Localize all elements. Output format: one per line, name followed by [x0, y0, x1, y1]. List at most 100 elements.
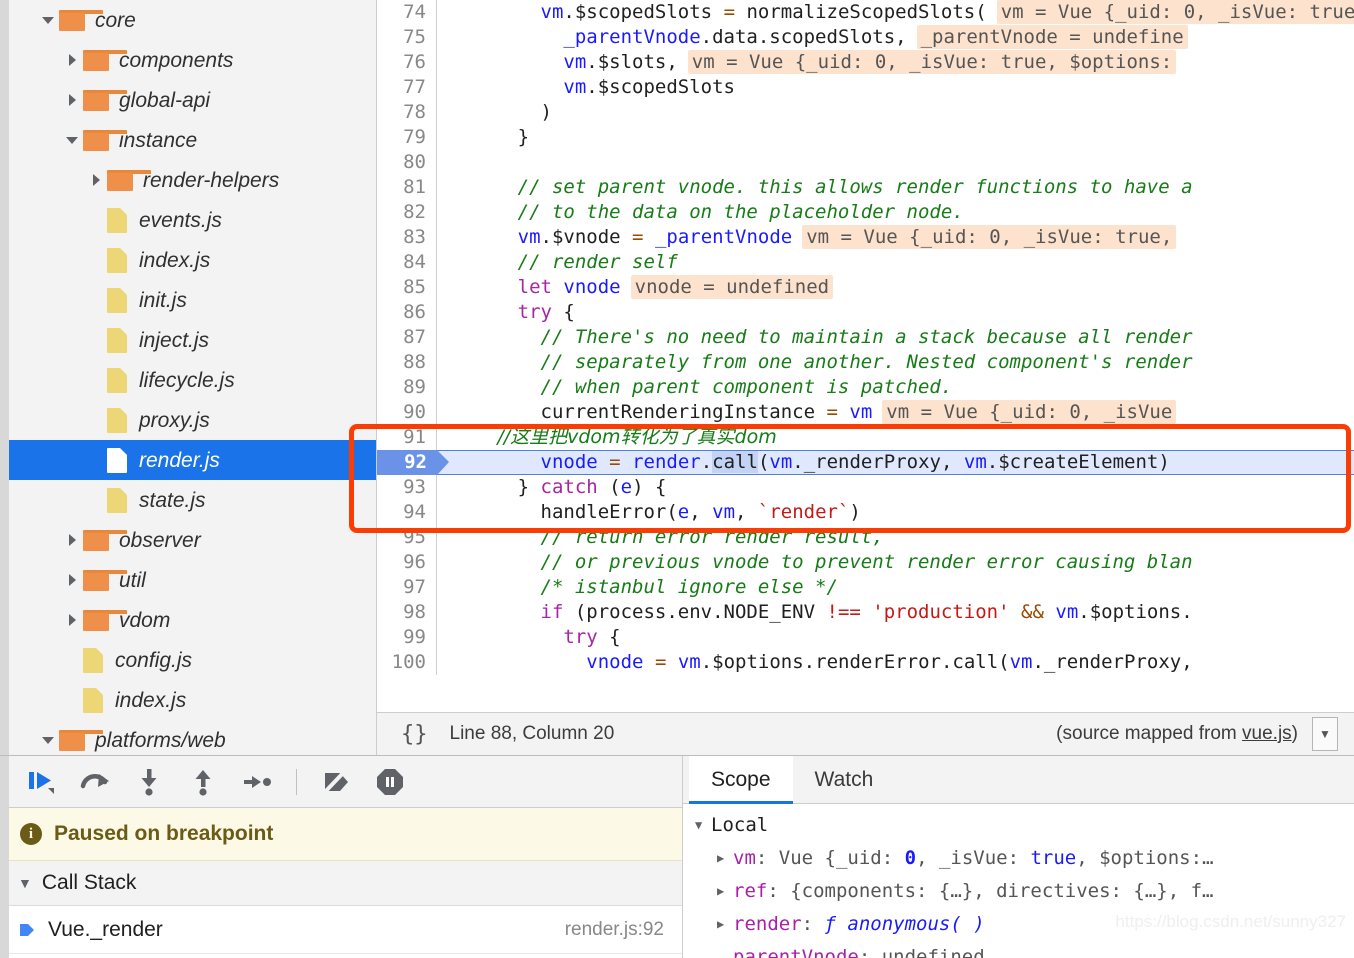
call-stack-frame[interactable]: Vue._render render.js:92 — [0, 906, 682, 954]
line-number[interactable]: 97 — [377, 575, 437, 600]
line-number[interactable]: 90 — [377, 400, 437, 425]
code-line[interactable]: 90 currentRenderingInstance = vm vm = Vue… — [377, 400, 1354, 425]
line-number[interactable]: 75 — [377, 25, 437, 50]
step-out-of-current-function-icon[interactable] — [180, 762, 226, 802]
line-number[interactable]: 84 — [377, 250, 437, 275]
line-number[interactable]: 85 — [377, 275, 437, 300]
chevron-down-icon[interactable]: ▼ — [1312, 717, 1338, 751]
line-number[interactable]: 81 — [377, 175, 437, 200]
code-line[interactable]: 80 — [377, 150, 1354, 175]
code-line[interactable]: 95 // return error render result, — [377, 525, 1354, 550]
line-number[interactable]: 89 — [377, 375, 437, 400]
chevron-down-icon[interactable] — [37, 733, 59, 747]
pause-on-exceptions-icon[interactable] — [367, 762, 413, 802]
line-number[interactable]: 91 — [377, 425, 437, 450]
code-line[interactable]: 97 /* istanbul ignore else */ — [377, 575, 1354, 600]
line-number[interactable]: 95 — [377, 525, 437, 550]
line-number[interactable]: 80 — [377, 150, 437, 175]
chevron-down-icon[interactable]: ▼ — [695, 818, 711, 832]
tree-item-config-js[interactable]: config.js — [9, 640, 376, 680]
code-line[interactable]: 79 } — [377, 125, 1354, 150]
code-line[interactable]: 87 // There's no need to maintain a stac… — [377, 325, 1354, 350]
tree-item-global-api[interactable]: global-api — [9, 80, 376, 120]
chevron-right-icon[interactable] — [61, 573, 83, 587]
code-viewport[interactable]: 74 vm.$scopedSlots = normalizeScopedSlot… — [377, 0, 1354, 712]
code-line[interactable]: 82 // to the data on the placeholder nod… — [377, 200, 1354, 225]
tree-item-instance[interactable]: instance — [9, 120, 376, 160]
scope-entry-render[interactable]: ▶ render: ƒ anonymous( ) — [683, 907, 1354, 940]
code-line[interactable]: 75 _parentVnode.data.scopedSlots, _parent… — [377, 25, 1354, 50]
tree-item-lifecycle-js[interactable]: lifecycle.js — [9, 360, 376, 400]
chevron-right-icon[interactable] — [61, 53, 83, 67]
chevron-right-icon[interactable]: ▶ — [717, 851, 733, 865]
chevron-right-icon[interactable] — [61, 93, 83, 107]
line-number[interactable]: 100 — [377, 650, 437, 675]
call-stack-frame-location[interactable]: render.js:92 — [565, 919, 664, 941]
line-number[interactable]: 93 — [377, 475, 437, 500]
tab-watch[interactable]: Watch — [793, 756, 896, 803]
resume-script-execution-icon[interactable] — [18, 762, 64, 802]
line-number[interactable]: 77 — [377, 75, 437, 100]
tree-item-events-js[interactable]: events.js — [9, 200, 376, 240]
line-number[interactable]: 82 — [377, 200, 437, 225]
step-icon[interactable] — [234, 762, 280, 802]
call-stack-header[interactable]: ▼ Call Stack — [0, 861, 682, 906]
file-navigator[interactable]: core components global-api instance render-h… — [0, 0, 377, 755]
scope-entry-vm[interactable]: ▶ vm: Vue {_uid: 0, _isVue: true, $option… — [683, 841, 1354, 874]
tree-item-index-js[interactable]: index.js — [9, 680, 376, 720]
tree-item-state-js[interactable]: state.js — [9, 480, 376, 520]
chevron-right-icon[interactable] — [61, 613, 83, 627]
deactivate-breakpoints-icon[interactable] — [313, 762, 359, 802]
code-line[interactable]: 94 handleError(e, vm, `render`) — [377, 500, 1354, 525]
tab-scope[interactable]: Scope — [689, 756, 793, 804]
scope-group-local[interactable]: ▼ Local — [683, 808, 1354, 841]
tree-item-proxy-js[interactable]: proxy.js — [9, 400, 376, 440]
code-line[interactable]: 100 vnode = vm.$options.renderError.call… — [377, 650, 1354, 675]
tree-item-render-js[interactable]: render.js — [9, 440, 376, 480]
code-line[interactable]: 93 } catch (e) { — [377, 475, 1354, 500]
chevron-down-icon[interactable]: ▼ — [18, 875, 32, 891]
tree-item-inject-js[interactable]: inject.js — [9, 320, 376, 360]
line-number[interactable]: 94 — [377, 500, 437, 525]
code-line[interactable]: 84 // render self — [377, 250, 1354, 275]
code-line[interactable]: 99 try { — [377, 625, 1354, 650]
code-line[interactable]: 76 vm.$slots, vm = Vue {_uid: 0, _isVue: … — [377, 50, 1354, 75]
line-number[interactable]: 88 — [377, 350, 437, 375]
line-number[interactable]: 76 — [377, 50, 437, 75]
line-number[interactable]: 92 — [377, 450, 449, 475]
chevron-down-icon[interactable] — [61, 133, 83, 147]
step-over-next-function-call-icon[interactable] — [72, 762, 118, 802]
code-line[interactable]: 78 ) — [377, 100, 1354, 125]
tree-item-util[interactable]: util — [9, 560, 376, 600]
chevron-right-icon[interactable]: ▶ — [717, 917, 733, 931]
tree-item-platforms-web[interactable]: platforms/web — [9, 720, 376, 755]
code-line[interactable]: 89 // when parent component is patched. — [377, 375, 1354, 400]
code-line[interactable]: 85 let vnode vnode = undefined — [377, 275, 1354, 300]
source-editor[interactable]: 74 vm.$scopedSlots = normalizeScopedSlot… — [377, 0, 1354, 755]
tree-item-index-js[interactable]: index.js — [9, 240, 376, 280]
code-line[interactable]: 91 //这里把vdom转化为了真实dom — [377, 425, 1354, 450]
tree-item-core[interactable]: core — [9, 0, 376, 40]
chevron-right-icon[interactable]: ▶ — [717, 884, 733, 898]
scope-entry-ref[interactable]: ▶ ref: {components: {…}, directives: {…},… — [683, 874, 1354, 907]
line-number[interactable]: 78 — [377, 100, 437, 125]
chevron-right-icon[interactable] — [85, 173, 107, 187]
code-line[interactable]: 86 try { — [377, 300, 1354, 325]
code-line[interactable]: 74 vm.$scopedSlots = normalizeScopedSlot… — [377, 0, 1354, 25]
line-number[interactable]: 96 — [377, 550, 437, 575]
tree-item-render-helpers[interactable]: render-helpers — [9, 160, 376, 200]
navigator-scrollbar[interactable] — [0, 0, 9, 755]
step-into-next-function-call-icon[interactable] — [126, 762, 172, 802]
line-number[interactable]: 86 — [377, 300, 437, 325]
scope-tree[interactable]: ▼ Local ▶ vm: Vue {_uid: 0, _isVue: true, … — [683, 804, 1354, 958]
code-line[interactable]: 81 // set parent vnode. this allows rend… — [377, 175, 1354, 200]
code-line[interactable]: 88 // separately from one another. Neste… — [377, 350, 1354, 375]
code-line[interactable]: 77 vm.$scopedSlots — [377, 75, 1354, 100]
line-number[interactable]: 98 — [377, 600, 437, 625]
tree-item-components[interactable]: components — [9, 40, 376, 80]
pretty-print-icon[interactable]: {} — [401, 722, 428, 747]
line-number[interactable]: 99 — [377, 625, 437, 650]
source-map-link[interactable]: vue.js — [1242, 723, 1292, 744]
chevron-right-icon[interactable] — [61, 533, 83, 547]
code-line[interactable]: 98 if (process.env.NODE_ENV !== 'product… — [377, 600, 1354, 625]
